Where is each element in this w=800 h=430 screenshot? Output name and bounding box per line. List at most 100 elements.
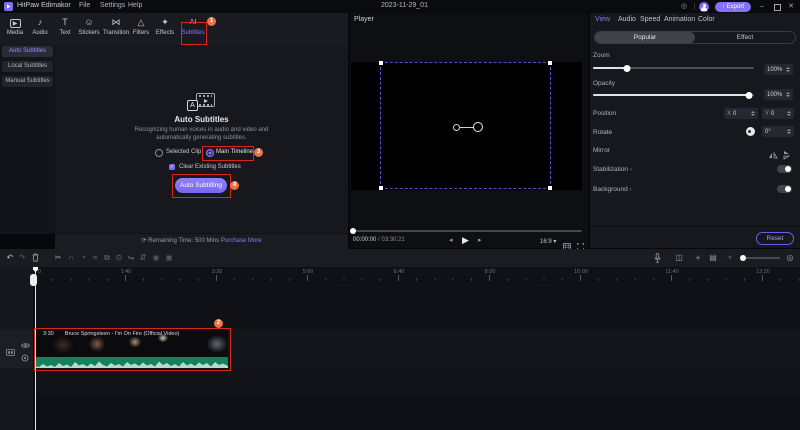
menu-help[interactable]: Help bbox=[128, 2, 142, 9]
segment-popular[interactable]: Popular bbox=[595, 32, 695, 43]
menu-settings[interactable]: Settings bbox=[100, 2, 125, 9]
position-x-stepper[interactable] bbox=[748, 111, 755, 117]
menu-file[interactable]: File bbox=[79, 2, 90, 9]
player-timecode: 00:00:00 / 03:30:21 bbox=[353, 237, 405, 243]
position-y-input[interactable]: Y 0 bbox=[762, 108, 794, 119]
tab-color[interactable]: Color bbox=[698, 16, 715, 23]
sidebar-item-manual-subtitles[interactable]: Manual Subtitles bbox=[2, 76, 53, 87]
toolbar-item-stickers[interactable]: ☺ Stickers bbox=[74, 16, 104, 37]
rotate-knob[interactable] bbox=[746, 127, 755, 136]
video-canvas[interactable] bbox=[351, 62, 582, 190]
zoom-stepper[interactable] bbox=[783, 67, 790, 73]
playhead-handle[interactable] bbox=[30, 274, 37, 286]
radio-main-timeline[interactable] bbox=[206, 149, 214, 157]
next-frame-icon[interactable]: ▸ bbox=[478, 236, 482, 244]
edimakor-window: HitPaw Edimakor File Settings Help 2023-… bbox=[0, 0, 800, 430]
sidebar-item-local-subtitles[interactable]: Local Subtitles bbox=[2, 61, 53, 72]
selection-handle-top-right[interactable] bbox=[548, 61, 552, 65]
track-header bbox=[0, 329, 33, 368]
avatar-body bbox=[701, 7, 707, 11]
zoom-out-icon[interactable]: ● bbox=[723, 252, 737, 264]
add-marker-icon[interactable]: + bbox=[691, 252, 705, 264]
clear-existing-subtitles-checkbox[interactable]: ✓ bbox=[169, 164, 175, 170]
auto-subtitling-button[interactable]: Auto Subtitling bbox=[175, 178, 227, 193]
titlebar: HitPaw Edimakor File Settings Help 2023-… bbox=[0, 0, 800, 13]
rotate-value-input[interactable]: 0° bbox=[762, 126, 794, 137]
avatar[interactable] bbox=[699, 2, 709, 12]
chevron-expand-icon[interactable]: › bbox=[630, 187, 632, 193]
split-view-icon[interactable]: ◫ bbox=[672, 252, 686, 264]
segment-effect[interactable]: Effect bbox=[695, 32, 795, 43]
panel-title: Auto Subtitles bbox=[55, 115, 348, 124]
flip-horizontal-icon[interactable] bbox=[768, 146, 778, 164]
zoom-slider-thumb[interactable] bbox=[623, 65, 630, 72]
zoom-value-input[interactable]: 100% bbox=[764, 64, 793, 75]
aspect-ratio-selector[interactable]: 16:9 ▾ bbox=[540, 238, 556, 245]
timeline-clip[interactable]: 3:30 Bruce Springsteen - I'm On Fire (Of… bbox=[35, 329, 228, 368]
rotate-stepper[interactable] bbox=[784, 129, 791, 135]
delete-icon[interactable] bbox=[28, 252, 42, 264]
mirror-label: Mirror bbox=[593, 147, 610, 154]
opacity-value-input[interactable]: 100% bbox=[764, 89, 793, 100]
record-icon[interactable]: ◉ bbox=[149, 252, 163, 264]
tab-speed[interactable]: Speed bbox=[640, 16, 660, 23]
remaining-time-text: Remaining Time: 500 Mins bbox=[148, 238, 219, 244]
clear-existing-subtitles-label[interactable]: Clear Existing Subtitles bbox=[179, 164, 241, 170]
track-mute-icon[interactable] bbox=[21, 349, 29, 367]
timeline-zoom-thumb[interactable] bbox=[740, 255, 746, 261]
timeline-toolbar: ↶ ↷ ✂ ∩ ◔ ⌗ ⧉ ⊙ ⇋ ⇵ ◉ ▣ ◫ + ▤ ● ◎ bbox=[0, 249, 800, 267]
playhead-line[interactable] bbox=[35, 267, 36, 430]
radio-selected-clip-label[interactable]: Selected Clip bbox=[166, 149, 201, 155]
split-scissors-icon[interactable]: ✂ bbox=[51, 252, 65, 264]
minimize-button[interactable]: – bbox=[757, 2, 767, 11]
empty-track-lane[interactable] bbox=[34, 368, 800, 394]
seekbar-knob[interactable] bbox=[350, 228, 356, 234]
position-y-stepper[interactable] bbox=[784, 111, 791, 117]
ruler-tick: 10:00 bbox=[574, 269, 588, 275]
flip-vertical-icon[interactable] bbox=[782, 146, 792, 164]
stabilization-toggle[interactable] bbox=[777, 165, 792, 173]
opacity-slider-thumb[interactable] bbox=[746, 92, 753, 99]
zoom-slider[interactable] bbox=[593, 67, 754, 69]
timeline-zoom-slider[interactable] bbox=[740, 257, 780, 259]
tab-audio[interactable]: Audio bbox=[618, 16, 636, 23]
fit-timeline-icon[interactable]: ◎ bbox=[783, 252, 797, 264]
previous-frame-icon[interactable]: ◂ bbox=[449, 236, 453, 244]
background-toggle[interactable] bbox=[777, 185, 792, 193]
thumbnail-view-icon[interactable]: ▤ bbox=[706, 252, 720, 264]
close-button[interactable]: ✕ bbox=[786, 2, 796, 11]
redo-icon[interactable]: ↷ bbox=[15, 252, 29, 264]
microphone-icon[interactable] bbox=[650, 252, 664, 264]
selection-handle-bottom-left[interactable] bbox=[379, 186, 383, 190]
perspective-icon[interactable]: ▣ bbox=[162, 252, 176, 264]
flip-vertical-icon[interactable]: ⇵ bbox=[136, 252, 150, 264]
notification-icon[interactable]: ◎ bbox=[681, 2, 687, 10]
timeline-lower-area bbox=[34, 394, 800, 430]
chevron-expand-icon[interactable]: › bbox=[630, 167, 632, 173]
radio-selected-clip[interactable] bbox=[155, 149, 163, 157]
selection-handle-top-left[interactable] bbox=[379, 61, 383, 65]
radio-main-timeline-label[interactable]: Main Timeline bbox=[216, 149, 253, 155]
ruler-tick: 6:40 bbox=[394, 269, 405, 275]
opacity-slider[interactable] bbox=[593, 94, 754, 96]
toggle-knob bbox=[785, 186, 791, 192]
clip-selection-box[interactable] bbox=[380, 62, 551, 189]
toolbar-item-ai-subtitles[interactable]: AI Subtitles bbox=[178, 16, 208, 37]
opacity-stepper[interactable] bbox=[783, 92, 790, 98]
position-x-input[interactable]: X 0 bbox=[724, 108, 758, 119]
timeline-ruler[interactable]: 0 1:40 3:20 5:00 6:40 8:20 10:00 11:40 1… bbox=[34, 267, 800, 281]
tab-view[interactable]: View bbox=[595, 16, 610, 23]
purchase-more-link[interactable]: Purchase More bbox=[221, 238, 262, 244]
film-dots-top bbox=[199, 95, 212, 97]
selection-handle-bottom-right[interactable] bbox=[548, 186, 552, 190]
app-logo-icon bbox=[4, 2, 13, 11]
tab-animation[interactable]: Animation bbox=[664, 16, 695, 23]
sidebar-item-auto-subtitles[interactable]: Auto Subtitles bbox=[2, 46, 53, 57]
toolbar-item-effects[interactable]: ✦ Effects bbox=[150, 16, 180, 37]
play-icon[interactable]: ▶ bbox=[462, 235, 469, 246]
player-seekbar[interactable] bbox=[352, 230, 582, 232]
export-button[interactable]: ↑ Export bbox=[715, 2, 751, 12]
rotate-handle-big-circle[interactable] bbox=[473, 122, 483, 132]
reset-button[interactable]: Reset bbox=[756, 232, 794, 245]
restore-button[interactable] bbox=[771, 2, 781, 11]
